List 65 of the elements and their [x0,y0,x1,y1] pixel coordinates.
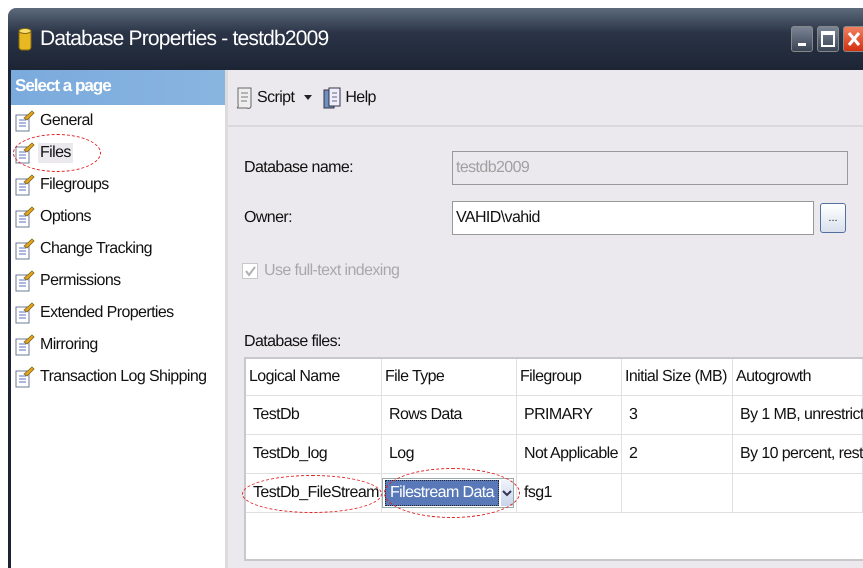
page-wrench-icon [15,302,35,324]
column-header[interactable]: Initial Size (MB) [622,359,733,395]
minimize-icon [798,42,806,46]
close-button[interactable] [843,26,863,52]
database-icon [18,27,32,51]
minimize-button[interactable] [791,26,813,52]
table-cell: fsg1 [524,484,552,502]
page-wrench-icon [15,366,35,388]
page-label: Options [39,207,92,227]
page-label: Permissions [39,271,122,291]
sidebar-item[interactable]: Permissions [11,265,225,297]
table-cell: By 10 percent, rest [740,445,863,463]
table-cell: TestDb_log [253,445,328,463]
sidebar-header: Select a page [11,70,225,105]
column-header[interactable]: File Type [382,359,517,395]
column-header[interactable]: Filegroup [517,359,622,395]
sidebar-item[interactable]: Transaction Log Shipping [11,361,225,393]
page-label: Files [38,143,73,163]
page-wrench-icon [15,334,35,356]
maximize-button[interactable] [817,26,839,52]
column-header[interactable]: Logical Name [246,359,382,395]
table-cell: TestDb_FileStream [253,484,379,502]
page-label: Extended Properties [39,303,175,323]
book-icon [322,86,342,110]
help-button[interactable]: Help [320,84,378,112]
page-wrench-icon [15,238,35,260]
table-cell: 3 [629,406,638,424]
sidebar-item[interactable]: Extended Properties [11,297,225,329]
page-wrench-icon [15,142,35,164]
sidebar-item[interactable]: Filegroups [11,169,225,201]
section-label: Database files: [244,333,342,351]
browse-button[interactable]: ... [820,203,846,233]
chevron-icon [502,490,512,496]
sidebar-item[interactable]: Change Tracking [11,233,225,265]
page-label: Filegroups [39,175,110,195]
maximize-icon [821,31,835,47]
sidebar-item[interactable]: Mirroring [11,329,225,361]
sidebar-item[interactable]: General [11,105,225,137]
column-header[interactable]: Autogrowth [733,359,863,395]
page-wrench-icon [15,110,35,132]
close-icon [846,31,860,47]
table-cell: Log [389,445,414,463]
page-label: Mirroring [39,335,99,355]
sidebar-item[interactable]: Files [11,137,225,169]
window-title: Database Properties - testdb2009 [40,27,328,51]
table-cell: TestDb [253,406,300,424]
page-label: General [39,111,94,131]
page-wrench-icon [15,206,35,228]
field-label: Owner: [244,209,293,227]
field-label: Database name: [244,159,354,177]
script-button[interactable]: Script [232,84,296,112]
table-cell: Not Applicable [524,445,618,463]
caret-icon [304,95,312,100]
page-wrench-icon [15,174,35,196]
table-cell: Rows Data [389,406,462,424]
page-wrench-icon [15,270,35,292]
scroll-icon [234,86,254,110]
checkbox-label: Use full-text indexing [264,262,400,280]
page-label: Change Tracking [39,239,153,259]
owner-field[interactable]: VAHID\vahid [452,201,814,235]
file-type-dropdown[interactable]: Filestream Data [382,478,514,508]
table-cell: 2 [629,445,638,463]
table-cell: PRIMARY [524,406,592,424]
page-label: Transaction Log Shipping [39,367,208,387]
sidebar-item[interactable]: Options [11,201,225,233]
